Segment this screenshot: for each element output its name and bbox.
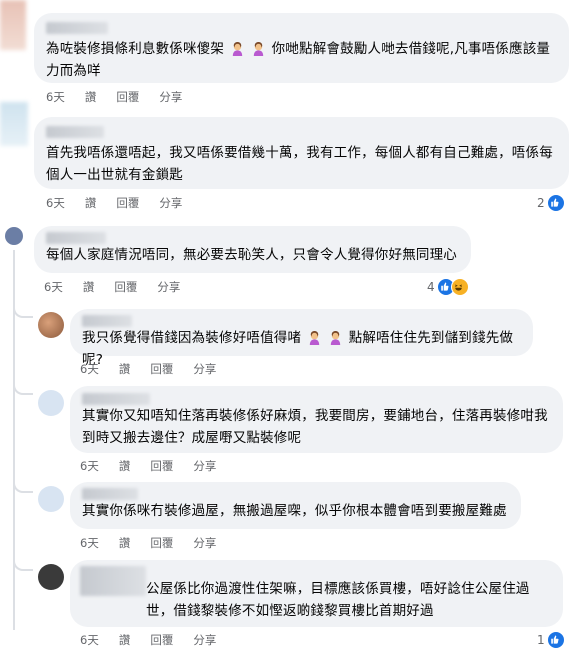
comment-actions: 6天 讚 回覆 分享 <box>44 279 200 295</box>
reaction-summary[interactable]: 2 <box>537 194 565 212</box>
reply-button[interactable]: 回覆 <box>114 279 137 295</box>
avatar[interactable] <box>38 564 64 590</box>
share-button[interactable]: 分享 <box>157 279 180 295</box>
share-button[interactable]: 分享 <box>159 89 182 105</box>
avatar[interactable] <box>38 486 64 512</box>
avatar[interactable] <box>5 227 23 245</box>
avatar[interactable] <box>0 102 28 146</box>
like-button[interactable]: 讚 <box>119 458 131 474</box>
thread-connector <box>13 300 33 318</box>
reply-button[interactable]: 回覆 <box>116 195 139 211</box>
comment-text: 首先我唔係還唔起，我又唔係要借幾十萬，我有工作，每個人都有自己難處，唔係每個人一… <box>46 145 553 183</box>
commenter-name[interactable] <box>80 566 146 596</box>
commenter-name[interactable] <box>46 22 108 34</box>
shrug-emoji-icon <box>253 41 264 56</box>
like-button[interactable]: 讚 <box>119 535 131 551</box>
shrug-emoji-icon <box>331 330 341 345</box>
reaction-count: 2 <box>537 196 545 210</box>
timestamp[interactable]: 6天 <box>44 279 63 295</box>
comment-text: 每個人家庭情況唔同，無必要去恥笑人，只會令人覺得你好無同理心 <box>46 247 457 263</box>
comment-actions: 6天 讚 回覆 分享 <box>46 195 202 211</box>
share-button[interactable]: 分享 <box>193 458 216 474</box>
share-button[interactable]: 分享 <box>193 361 216 377</box>
like-button[interactable]: 讚 <box>85 89 97 105</box>
like-button[interactable]: 讚 <box>119 632 131 648</box>
shrug-emoji-icon <box>309 330 319 345</box>
comment-bubble: 我只係覺得借錢因為裝修好唔值得啫 點解唔住住先到儲到錢先做呢? <box>70 309 533 368</box>
comment-actions: 6天 讚 回覆 分享 <box>46 89 202 105</box>
thread-connector <box>13 553 33 571</box>
commenter-name[interactable] <box>46 126 104 138</box>
reaction-count: 1 <box>537 633 545 647</box>
shrug-emoji-icon <box>232 41 242 56</box>
comment-actions: 6天 讚 回覆 分享 <box>80 361 236 377</box>
like-button[interactable]: 讚 <box>119 361 131 377</box>
share-button[interactable]: 分享 <box>193 632 216 648</box>
timestamp[interactable]: 6天 <box>46 89 65 105</box>
share-button[interactable]: 分享 <box>159 195 182 211</box>
comment-text: 為咗裝修損條利息數係咪傻架 你哋點解會鼓勵人哋去借錢呢,凡事唔係應該量力而為咩 <box>46 41 551 79</box>
comment-bubble: 其實你係咪冇裝修過屋，無搬過屋㗎，似乎你根本體會唔到要搬屋難處 <box>70 482 521 529</box>
comment-bubble: 為咗裝修損條利息數係咪傻架 你哋點解會鼓勵人哋去借錢呢,凡事唔係應該量力而為咩 <box>34 13 569 83</box>
like-button[interactable]: 讚 <box>85 195 97 211</box>
comment-actions: 6天 讚 回覆 分享 <box>80 458 236 474</box>
timestamp[interactable]: 6天 <box>46 195 65 211</box>
commenter-name[interactable] <box>82 488 138 500</box>
avatar[interactable] <box>38 312 64 338</box>
reaction-summary[interactable]: 4 <box>427 278 469 296</box>
reply-button[interactable]: 回覆 <box>150 632 173 648</box>
comment-text: 其實你係咪冇裝修過屋，無搬過屋㗎，似乎你根本體會唔到要搬屋難處 <box>82 503 507 519</box>
reaction-count: 4 <box>427 280 435 294</box>
reply-button[interactable]: 回覆 <box>116 89 139 105</box>
reply-button[interactable]: 回覆 <box>150 458 173 474</box>
share-button[interactable]: 分享 <box>193 535 216 551</box>
comment-text: 公屋係比你過渡性住架嘛，目標應該係買樓，唔好諗住公屋住過世，借錢黎裝修不如慳返啲… <box>146 581 530 619</box>
reaction-summary[interactable]: 1 <box>537 631 565 649</box>
timestamp[interactable]: 6天 <box>80 632 99 648</box>
thread-connector <box>13 377 33 395</box>
timestamp[interactable]: 6天 <box>80 458 99 474</box>
commenter-name[interactable] <box>82 393 150 405</box>
commenter-name[interactable] <box>82 315 132 327</box>
comment-bubble: 其實你又知唔知住落再裝修係好麻煩，我要間房，要鋪地台，住落再裝修咁我到時又搬去邊… <box>70 386 563 453</box>
like-reaction-icon <box>546 194 565 212</box>
commenter-name[interactable] <box>46 232 106 244</box>
comment-actions: 6天 讚 回覆 分享 <box>80 535 236 551</box>
timestamp[interactable]: 6天 <box>80 361 99 377</box>
comment-bubble: 公屋係比你過渡性住架嘛，目標應該係買樓，唔好諗住公屋住過世，借錢黎裝修不如慳返啲… <box>70 560 563 627</box>
avatar[interactable] <box>0 0 26 50</box>
avatar[interactable] <box>38 390 64 416</box>
haha-reaction-icon <box>450 278 469 296</box>
reply-button[interactable]: 回覆 <box>150 361 173 377</box>
comment-text: 其實你又知唔知住落再裝修係好麻煩，我要間房，要鋪地台，住落再裝修咁我到時又搬去邊… <box>82 408 548 446</box>
comment-actions: 6天 讚 回覆 分享 <box>80 632 236 648</box>
comment-bubble: 每個人家庭情況唔同，無必要去恥笑人，只會令人覺得你好無同理心 <box>34 226 471 273</box>
timestamp[interactable]: 6天 <box>80 535 99 551</box>
like-button[interactable]: 讚 <box>83 279 95 295</box>
comment-bubble: 首先我唔係還唔起，我又唔係要借幾十萬，我有工作，每個人都有自己難處，唔係每個人一… <box>34 117 569 189</box>
like-reaction-icon <box>546 631 565 649</box>
reply-button[interactable]: 回覆 <box>150 535 173 551</box>
thread-connector <box>13 475 33 493</box>
